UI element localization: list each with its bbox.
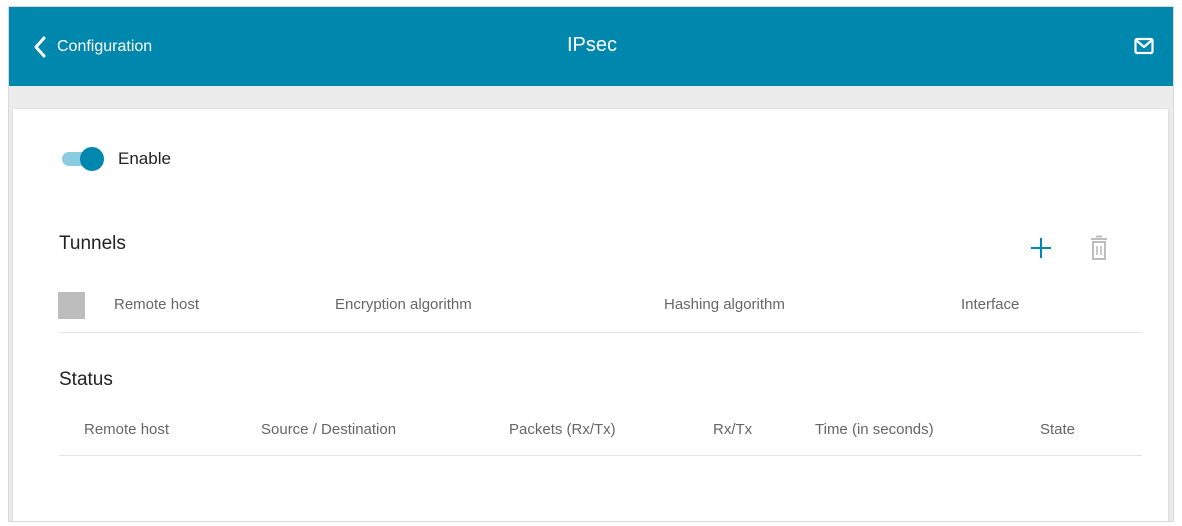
- status-col-state[interactable]: State: [1040, 421, 1075, 438]
- delete-tunnel-button[interactable]: [1090, 235, 1108, 266]
- tunnels-title: Tunnels: [59, 233, 126, 254]
- tunnels-col-remote-host[interactable]: Remote host: [114, 296, 199, 313]
- status-col-time[interactable]: Time (in seconds): [815, 421, 934, 438]
- mail-icon[interactable]: [1134, 37, 1154, 60]
- status-col-remote-host[interactable]: Remote host: [84, 421, 169, 438]
- app-frame: Configuration IPsec Enable Tunnels Remot…: [8, 6, 1174, 522]
- status-col-packets[interactable]: Packets (Rx/Tx): [509, 421, 616, 438]
- page-title: IPsec: [566, 34, 618, 56]
- tunnels-col-interface[interactable]: Interface: [961, 296, 1019, 313]
- tunnels-divider: [59, 332, 1142, 333]
- plus-icon: [1030, 238, 1052, 263]
- status-title: Status: [59, 369, 113, 390]
- tunnels-col-hashing-algorithm[interactable]: Hashing algorithm: [664, 296, 785, 313]
- toggle-knob: [80, 147, 104, 171]
- status-col-rx-tx[interactable]: Rx/Tx: [713, 421, 752, 438]
- enable-label: Enable: [118, 149, 171, 168]
- ipsec-card: Enable Tunnels Remote host Encryption al…: [13, 109, 1168, 521]
- status-divider: [59, 455, 1142, 456]
- header-bar: Configuration IPsec: [9, 7, 1173, 86]
- trash-icon: [1090, 235, 1108, 265]
- enable-row: Enable: [60, 147, 171, 171]
- status-col-source-destination[interactable]: Source / Destination: [261, 421, 396, 438]
- tunnels-col-encryption-algorithm[interactable]: Encryption algorithm: [335, 296, 472, 313]
- add-tunnel-button[interactable]: [1030, 237, 1052, 264]
- select-all-checkbox[interactable]: [58, 292, 85, 319]
- enable-toggle[interactable]: [60, 147, 104, 171]
